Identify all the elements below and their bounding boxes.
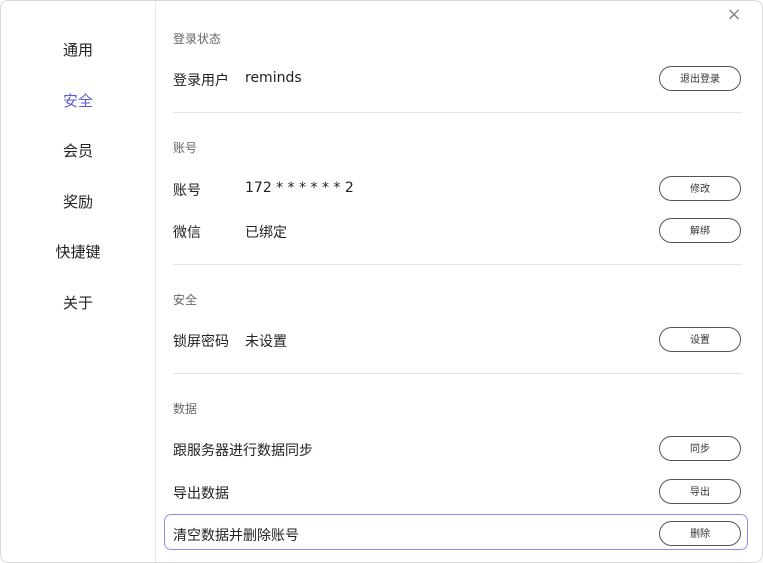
edit-account-button[interactable]: 修改 — [659, 176, 741, 201]
set-lock-password-button[interactable]: 设置 — [659, 327, 741, 352]
sync-label: 跟服务器进行数据同步 — [173, 443, 313, 459]
wechat-label: 微信 — [173, 225, 201, 241]
security-section-title: 安全 — [173, 293, 198, 307]
account-phone-label: 账号 — [173, 183, 201, 199]
sidebar-item-security[interactable]: 安全 — [1, 90, 155, 111]
settings-content: × 登录状态 登录用户 reminds 退出登录 账号 账号 172 * * *… — [156, 1, 762, 562]
settings-window: 通用 安全 会员 奖励 快捷键 关于 × 登录状态 登录用户 reminds 退… — [0, 0, 763, 563]
divider — [173, 373, 742, 374]
delete-account-label: 清空数据并删除账号 — [173, 528, 299, 544]
sidebar-item-rewards[interactable]: 奖励 — [1, 191, 155, 212]
account-section-title: 账号 — [173, 141, 198, 155]
lock-password-label: 锁屏密码 — [173, 334, 229, 350]
export-button[interactable]: 导出 — [659, 479, 741, 504]
sync-button[interactable]: 同步 — [659, 436, 741, 461]
sidebar-item-membership[interactable]: 会员 — [1, 140, 155, 161]
delete-account-button[interactable]: 删除 — [659, 521, 741, 546]
logout-button[interactable]: 退出登录 — [659, 66, 741, 91]
login-user-value: reminds — [245, 70, 302, 86]
unbind-wechat-button[interactable]: 解绑 — [659, 218, 741, 243]
wechat-status-value: 已绑定 — [245, 225, 287, 241]
sidebar-item-about[interactable]: 关于 — [1, 292, 155, 313]
divider — [173, 264, 742, 265]
data-section-title: 数据 — [173, 402, 198, 416]
divider — [173, 112, 742, 113]
close-icon[interactable]: × — [725, 6, 743, 24]
lock-password-value: 未设置 — [245, 334, 287, 350]
export-label: 导出数据 — [173, 486, 229, 502]
login-user-label: 登录用户 — [173, 73, 229, 89]
sidebar-item-shortcuts[interactable]: 快捷键 — [1, 241, 155, 262]
sidebar-item-general[interactable]: 通用 — [1, 39, 155, 60]
account-phone-value: 172 * * * * * * 2 — [245, 180, 354, 196]
login-section-title: 登录状态 — [173, 32, 222, 46]
settings-sidebar: 通用 安全 会员 奖励 快捷键 关于 — [1, 1, 156, 562]
